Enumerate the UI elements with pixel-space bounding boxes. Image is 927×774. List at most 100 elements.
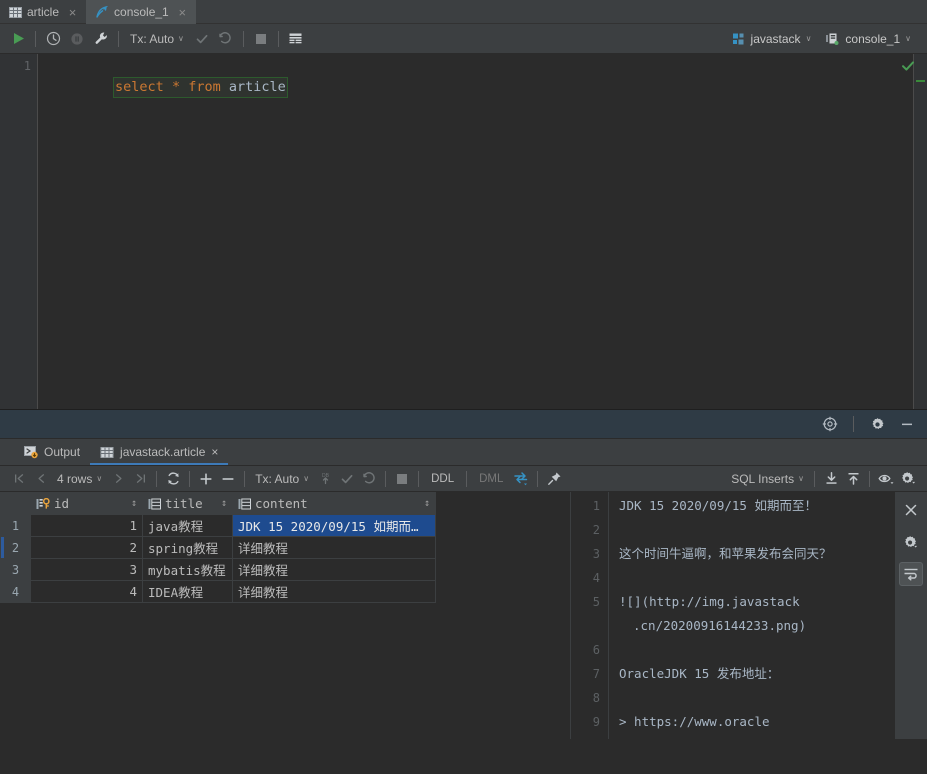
sort-indicator-icon[interactable]: ↕ [131, 498, 137, 509]
transpose-icon[interactable] [510, 468, 532, 490]
export-format-dropdown[interactable]: SQL Inserts ∨ [726, 472, 809, 486]
rollback-icon[interactable] [214, 27, 238, 51]
toolbar-divider [466, 471, 467, 487]
view-options-icon[interactable] [875, 468, 897, 490]
export-icon[interactable] [820, 468, 842, 490]
delete-row-button[interactable] [217, 468, 239, 490]
submit-db-icon[interactable]: DB [314, 468, 336, 490]
table-row[interactable]: 2 2 spring教程 详细教程 [1, 537, 436, 559]
line-number: 7 [571, 662, 600, 686]
green-check-icon[interactable] [901, 59, 915, 73]
column-header-content[interactable]: content ↕ [233, 493, 436, 515]
run-button[interactable] [6, 27, 30, 51]
tab-console-1[interactable]: console_1 × [86, 0, 196, 24]
sort-indicator-icon[interactable]: ↕ [221, 498, 227, 509]
cell-title[interactable]: mybatis教程 [143, 559, 233, 581]
datasource-selector[interactable]: javastack ∨ [726, 28, 818, 50]
ddl-button[interactable]: DDL [424, 473, 461, 485]
last-page-button[interactable] [129, 468, 151, 490]
viewer-text[interactable]: JDK 15 2020/09/15 如期而至！ 这个时间牛逼啊，和苹果发布会同天… [609, 492, 895, 739]
cell-id[interactable]: 1 [31, 515, 143, 537]
line-number: 6 [571, 638, 600, 662]
next-page-button[interactable] [107, 468, 129, 490]
tab-javastack-article[interactable]: javastack.article × [90, 439, 228, 465]
table-row[interactable]: 3 3 mybatis教程 详细教程 [1, 559, 436, 581]
import-icon[interactable] [842, 468, 864, 490]
cell-title[interactable]: java教程 [143, 515, 233, 537]
line-number: 1 [571, 494, 600, 518]
results-stop-icon[interactable] [391, 468, 413, 490]
cell-content[interactable]: 详细教程 [233, 559, 436, 581]
cell-content[interactable]: 详细教程 [233, 537, 436, 559]
tab-output[interactable]: Output [14, 439, 90, 465]
column-header-title[interactable]: title ↕ [143, 493, 233, 515]
cell-content[interactable]: 详细教程 [233, 581, 436, 603]
row-number[interactable]: 2 [1, 537, 31, 559]
cell-title[interactable]: IDEA教程 [143, 581, 233, 603]
value-viewer[interactable]: 1 2 3 4 5 6 7 8 9 JDK 15 2020/09/15 如期而至… [570, 492, 927, 739]
close-icon[interactable]: × [177, 6, 188, 19]
editor-right-gutter[interactable] [913, 54, 927, 409]
console-toolbar: Tx: Auto ∨ [0, 24, 927, 54]
wrench-icon[interactable] [89, 27, 113, 51]
toolbar-divider [35, 31, 36, 47]
history-icon[interactable] [41, 27, 65, 51]
row-count-label: 4 rows [57, 472, 92, 486]
tx-mode-label: Tx: Auto [130, 32, 174, 46]
data-grid-container[interactable]: id ↕ [0, 492, 570, 739]
viewer-line-wrapped: .com/java/technologies/javase [619, 734, 887, 739]
cell-title[interactable]: spring教程 [143, 537, 233, 559]
commit-icon[interactable] [190, 27, 214, 51]
editor-content[interactable]: select * from article [38, 54, 927, 409]
sort-indicator-icon[interactable]: ↕ [424, 498, 430, 509]
datasource-icon [732, 32, 746, 46]
gear-icon[interactable] [865, 412, 889, 436]
minimize-icon[interactable] [895, 412, 919, 436]
viewer-line: > https://www.oracle [619, 710, 887, 734]
prev-page-button[interactable] [30, 468, 52, 490]
row-count-dropdown[interactable]: 4 rows ∨ [52, 472, 107, 486]
table-row[interactable]: 4 4 IDEA教程 详细教程 [1, 581, 436, 603]
cell-id[interactable]: 2 [31, 537, 143, 559]
close-icon[interactable]: × [67, 6, 78, 19]
console-icon [95, 5, 109, 19]
stop-icon[interactable] [249, 27, 273, 51]
sql-editor[interactable]: 1 select * from article [0, 54, 927, 409]
results-rollback-icon[interactable] [358, 468, 380, 490]
sql-keyword-from: from [188, 79, 221, 95]
datasource-label: javastack [751, 32, 801, 46]
data-editor-icon[interactable] [284, 27, 308, 51]
cell-content[interactable]: JDK 15 2020/09/15 如期而… [233, 515, 436, 537]
reload-icon[interactable] [162, 468, 184, 490]
tab-label: article [27, 5, 59, 19]
row-number[interactable]: 3 [1, 559, 31, 581]
row-number[interactable]: 4 [1, 581, 31, 603]
dml-button[interactable]: DML [472, 473, 510, 485]
close-icon[interactable]: × [211, 445, 218, 459]
grid-header-row: id ↕ [1, 493, 436, 515]
cell-id[interactable]: 4 [31, 581, 143, 603]
chevron-down-icon: ∨ [798, 474, 804, 483]
tab-article[interactable]: article × [0, 0, 86, 24]
tx-mode-dropdown[interactable]: Tx: Auto ∨ [124, 28, 190, 50]
target-icon[interactable] [818, 412, 842, 436]
data-settings-gear-icon[interactable] [897, 468, 919, 490]
session-selector[interactable]: console_1 ∨ [819, 28, 917, 50]
column-header-id[interactable]: id ↕ [31, 493, 143, 515]
data-grid[interactable]: id ↕ [0, 492, 436, 603]
viewer-line-numbers: 1 2 3 4 5 6 7 8 9 [571, 492, 609, 739]
results-commit-icon[interactable] [336, 468, 358, 490]
export-format-label: SQL Inserts [731, 472, 794, 486]
soft-wrap-icon[interactable] [899, 562, 923, 586]
cell-id[interactable]: 3 [31, 559, 143, 581]
close-icon[interactable] [899, 498, 923, 522]
first-page-button[interactable] [8, 468, 30, 490]
gear-icon[interactable] [899, 530, 923, 554]
row-number[interactable]: 1 [1, 515, 31, 537]
pin-icon[interactable] [543, 468, 565, 490]
add-row-button[interactable] [195, 468, 217, 490]
column-icon [238, 498, 251, 510]
results-tx-dropdown[interactable]: Tx: Auto ∨ [250, 472, 314, 486]
pause-icon[interactable] [65, 27, 89, 51]
table-row[interactable]: 1 1 java教程 JDK 15 2020/09/15 如期而… [1, 515, 436, 537]
